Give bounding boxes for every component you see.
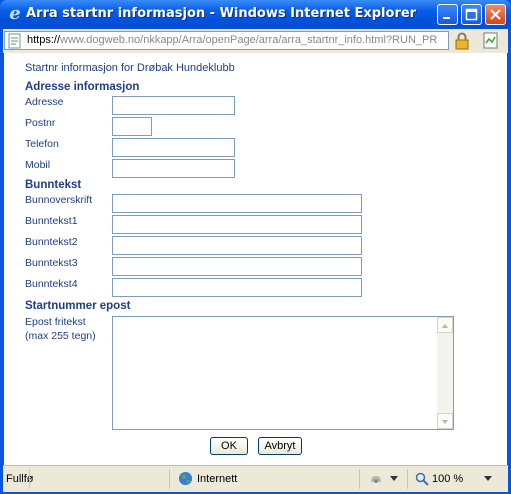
protected-mode-cell[interactable] <box>359 469 407 489</box>
zoom-icon <box>415 472 429 486</box>
lock-icon[interactable] <box>452 31 472 51</box>
postnr-input[interactable] <box>112 117 152 136</box>
postnr-label: Postnr <box>25 117 56 129</box>
bunntekst2-input[interactable] <box>112 236 362 255</box>
globe-icon <box>178 471 193 486</box>
textarea-scrollbar[interactable] <box>437 317 453 429</box>
cancel-button[interactable]: Avbryt <box>258 437 302 455</box>
close-button[interactable] <box>485 4 506 25</box>
bunntekst1-input[interactable] <box>112 215 362 234</box>
page-content: Startnr informasjon for Drøbak Hundeklub… <box>4 53 507 465</box>
ok-button[interactable]: OK <box>210 437 248 455</box>
maximize-icon <box>465 8 478 21</box>
adresse-label: Adresse <box>25 96 64 108</box>
url-field[interactable]: https://www.dogweb.no/nkkapp/Arra/openPa… <box>4 31 449 50</box>
bunntekst4-input[interactable] <box>112 278 362 297</box>
address-bar: https://www.dogweb.no/nkkapp/Arra/openPa… <box>3 29 508 53</box>
telefon-label: Telefon <box>25 138 59 150</box>
compatibility-icon[interactable] <box>481 31 501 51</box>
url-text: https://www.dogweb.no/nkkapp/Arra/openPa… <box>27 34 438 46</box>
chevron-down-icon <box>390 476 398 481</box>
bunntekst3-input[interactable] <box>112 257 362 276</box>
bunntekst4-label: Bunntekst4 <box>25 278 78 290</box>
page-icon <box>8 33 21 49</box>
title-bar[interactable]: e Arra startnr informasjon - Windows Int… <box>0 0 511 29</box>
bunnoverskrift-label: Bunnoverskrift <box>25 194 93 206</box>
minimize-icon <box>443 17 450 19</box>
adresse-input[interactable] <box>112 96 235 115</box>
epost-label: Epost fritekst <box>25 316 86 328</box>
bunntekst1-label: Bunntekst1 <box>25 215 78 227</box>
section-bunntekst: Bunntekst <box>25 179 82 191</box>
epost-max-label: (max 255 tegn) <box>25 330 96 342</box>
security-icon <box>371 476 381 483</box>
zoom-chevron-down-icon <box>484 476 492 481</box>
telefon-input[interactable] <box>112 138 235 157</box>
arrow-down-icon <box>442 420 448 424</box>
maximize-button[interactable] <box>461 4 482 25</box>
window-title: Arra startnr informasjon - Windows Inter… <box>26 6 417 21</box>
bunnoverskrift-input[interactable] <box>112 194 362 213</box>
ie-icon: e <box>9 3 21 24</box>
scroll-down-button[interactable] <box>437 413 453 429</box>
zoom-level: 100 % <box>432 473 464 485</box>
browser-window: e Arra startnr informasjon - Windows Int… <box>0 0 511 494</box>
minimize-button[interactable] <box>437 4 458 25</box>
epost-textarea[interactable] <box>112 316 454 430</box>
bunntekst2-label: Bunntekst2 <box>25 236 78 248</box>
scroll-up-button[interactable] <box>437 317 453 333</box>
close-icon <box>490 9 501 20</box>
page-heading: Startnr informasjon for Drøbak Hundeklub… <box>25 62 235 74</box>
status-bar: Fullfø Internett 100 % <box>3 465 508 492</box>
mobil-input[interactable] <box>112 159 235 178</box>
zone-cell[interactable]: Internett <box>169 469 359 489</box>
zone-text: Internett <box>197 473 238 485</box>
section-epost: Startnummer epost <box>25 300 131 312</box>
bunntekst3-label: Bunntekst3 <box>25 257 78 269</box>
mobil-label: Mobil <box>25 159 51 171</box>
section-adresse: Adresse informasjon <box>25 81 140 93</box>
status-spacer <box>29 469 169 489</box>
zoom-cell[interactable]: 100 % <box>407 469 502 489</box>
arrow-up-icon <box>442 324 448 328</box>
